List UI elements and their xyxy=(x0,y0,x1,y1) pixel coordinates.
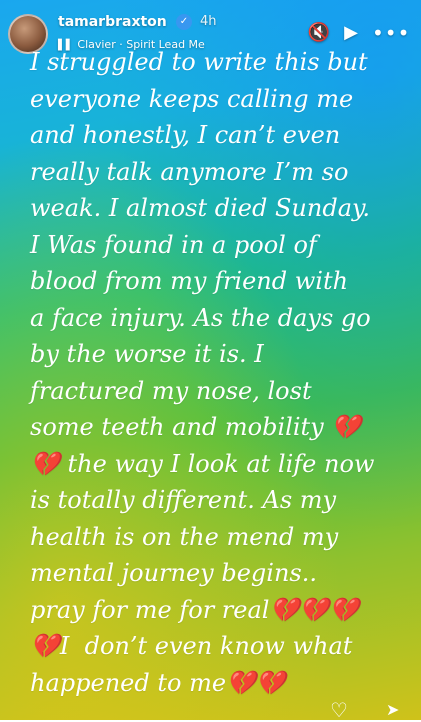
speaker-mute-icon[interactable]: 🔇 xyxy=(306,20,332,46)
story-text: I struggled to write this but everyone k… xyxy=(30,48,375,697)
send-icon[interactable]: ➤ xyxy=(386,700,410,720)
play-icon[interactable]: ▶ xyxy=(338,20,364,46)
more-icon[interactable]: ••• xyxy=(372,20,409,46)
story-footer: ♡ ➤ xyxy=(0,696,421,720)
verified-badge-icon: ✓ xyxy=(176,14,192,30)
username[interactable]: tamarbraxton xyxy=(58,14,167,30)
post-time: 4h xyxy=(200,14,217,29)
heart-icon[interactable]: ♡ xyxy=(330,700,354,720)
